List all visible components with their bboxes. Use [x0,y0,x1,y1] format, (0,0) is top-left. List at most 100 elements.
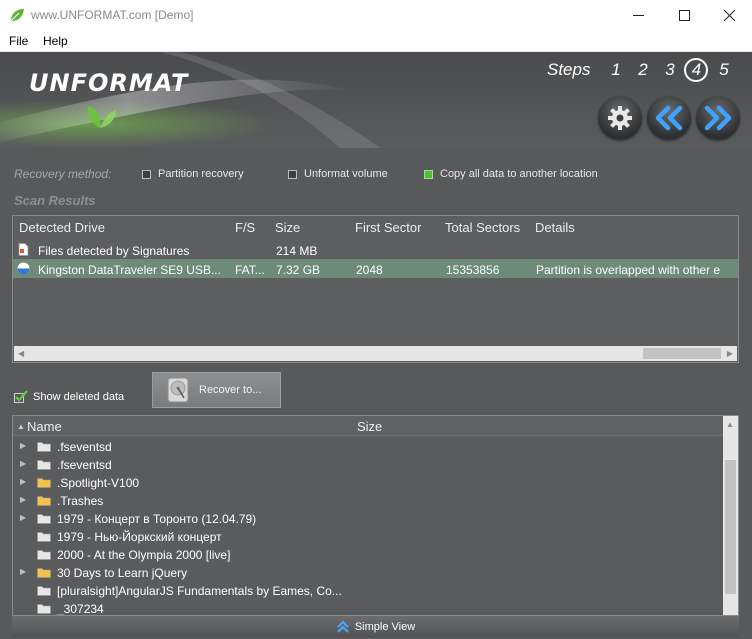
drive-details: Partition is overlapped with other e [536,263,721,277]
tree-item-name: .Spotlight-V100 [57,476,140,490]
folder-icon [37,586,51,596]
col-detected-drive[interactable]: Detected Drive [19,220,105,235]
minimize-button[interactable] [615,0,661,30]
col-fs[interactable]: F/S [235,220,255,235]
title-bar: www.UNFORMAT.com [Demo] [0,0,752,30]
expand-arrow-icon[interactable]: ▶ [20,567,26,576]
step-1[interactable]: 1 [602,60,629,80]
menu-bar: File Help [0,30,752,52]
tree-item[interactable]: ▶ .fseventsd [13,438,721,456]
recovery-method-label: Recovery method: [14,167,112,181]
tree-item[interactable]: ▶ .fseventsd [13,456,721,474]
drive-size: 7.32 GB [276,263,321,277]
expand-arrow-icon[interactable]: ▶ [20,441,26,450]
col-name[interactable]: Name [27,419,62,434]
option-unformat-volume[interactable]: Unformat volume [288,168,388,180]
expand-arrow-icon[interactable]: ▶ [20,459,26,468]
step-5[interactable]: 5 [710,60,737,80]
app-logo: UNFORMAT [29,69,189,97]
steps-label: Steps [547,60,591,79]
usb-drive-icon [17,262,30,275]
drive-fs: FAT... [235,263,265,277]
drive-first-sector: 2048 [356,263,383,277]
menu-help[interactable]: Help [43,34,68,48]
folder-icon [37,532,51,542]
drives-table-header: Detected Drive F/S Size First Sector Tot… [13,216,738,238]
tree-item[interactable]: [pluralsight]AngularJS Fundamentals by E… [13,582,721,600]
maximize-button[interactable] [661,0,707,30]
option-copy-all-data[interactable]: Copy all data to another location [424,168,598,180]
radio-indicator-selected [424,169,433,179]
settings-button[interactable] [598,96,642,140]
tree-item-name: 2000 - At the Olympia 2000 [live] [57,548,231,562]
simple-view-button[interactable]: Simple View [12,615,739,637]
folder-icon [37,568,51,578]
double-chevron-up-icon [337,619,349,633]
tree-item[interactable]: ▶ .Spotlight-V100 [13,474,721,492]
col-details[interactable]: Details [535,220,575,235]
tree-item[interactable]: ▶ 30 Days to Learn jQuery [13,564,721,582]
folder-icon [37,550,51,560]
gear-icon [608,106,632,130]
scrollbar-thumb[interactable] [725,460,736,594]
checkmark-icon [14,390,28,403]
recover-to-button[interactable]: Recover to... [152,372,281,408]
window-title: www.UNFORMAT.com [Demo] [31,8,194,22]
step-4-active[interactable]: 4 [684,58,709,82]
folder-icon [37,478,51,488]
show-deleted-checkbox[interactable]: Show deleted data [14,390,124,403]
scroll-up-icon[interactable]: ▲ [726,420,734,429]
next-icon [704,105,732,131]
scrollbar-thumb[interactable] [643,348,721,359]
radio-indicator [288,169,297,179]
step-3[interactable]: 3 [656,60,683,80]
tree-item[interactable]: ▶ .Trashes [13,492,721,510]
scroll-right-icon[interactable]: ▶ [727,349,733,358]
recover-to-label: Recover to... [199,384,262,396]
tree-item-name: .fseventsd [57,440,112,454]
expand-arrow-icon[interactable]: ▶ [20,495,26,504]
tree-item-name: .Trashes [57,494,104,508]
next-button[interactable] [696,96,740,140]
close-icon [723,9,735,21]
folder-icon [37,442,51,452]
drive-row-selected[interactable]: Kingston DataTraveler SE9 USB... FAT... … [13,259,738,278]
expand-arrow-icon[interactable]: ▶ [20,513,26,522]
scan-results-title: Scan Results [14,193,96,208]
tree-item[interactable]: ▶ 1979 - Концерт в Торонто (12.04.79) [13,510,721,528]
tree-item-name: 1979 - Нью-Йоркский концерт [57,530,222,544]
menu-file[interactable]: File [9,34,28,48]
back-button[interactable] [647,96,691,140]
tree-item-name: 30 Days to Learn jQuery [57,566,188,580]
col-total-sectors[interactable]: Total Sectors [445,220,520,235]
drive-size: 214 MB [276,244,318,258]
recovery-method-row: Recovery method: Partition recovery Unfo… [14,167,744,183]
col-size[interactable]: Size [357,419,382,434]
drive-name: Files detected by Signatures [38,244,190,258]
file-tree-header: ▲ Name Size [13,416,725,436]
horizontal-scrollbar[interactable]: ◀ ▶ [14,346,737,361]
tree-item[interactable]: 1979 - Нью-Йоркский концерт [13,528,721,546]
radio-indicator [142,169,151,179]
option-label: Copy all data to another location [440,168,598,180]
drive-row[interactable]: Files detected by Signatures 214 MB [13,240,738,259]
folder-icon [37,460,51,470]
back-icon [655,105,683,131]
tree-item-name: [pluralsight]AngularJS Fundamentals by E… [57,584,342,598]
hard-drive-icon [167,377,189,403]
close-button[interactable] [706,0,752,30]
folder-icon [37,604,51,614]
option-partition-recovery[interactable]: Partition recovery [142,168,244,180]
col-size[interactable]: Size [275,220,300,235]
expand-arrow-icon[interactable]: ▶ [20,477,26,486]
sort-up-icon: ▲ [17,422,25,431]
scroll-left-icon[interactable]: ◀ [18,349,24,358]
step-2[interactable]: 2 [629,60,656,80]
col-first-sector[interactable]: First Sector [355,220,421,235]
vertical-scrollbar[interactable]: ▲ ▼ [723,416,738,636]
tree-item[interactable]: 2000 - At the Olympia 2000 [live] [13,546,721,564]
drives-table: Detected Drive F/S Size First Sector Tot… [12,215,739,363]
header-banner: UNFORMAT Steps 1 2 3 4 5 [0,52,752,148]
drive-name: Kingston DataTraveler SE9 USB... [38,263,221,277]
folder-icon [37,496,51,506]
